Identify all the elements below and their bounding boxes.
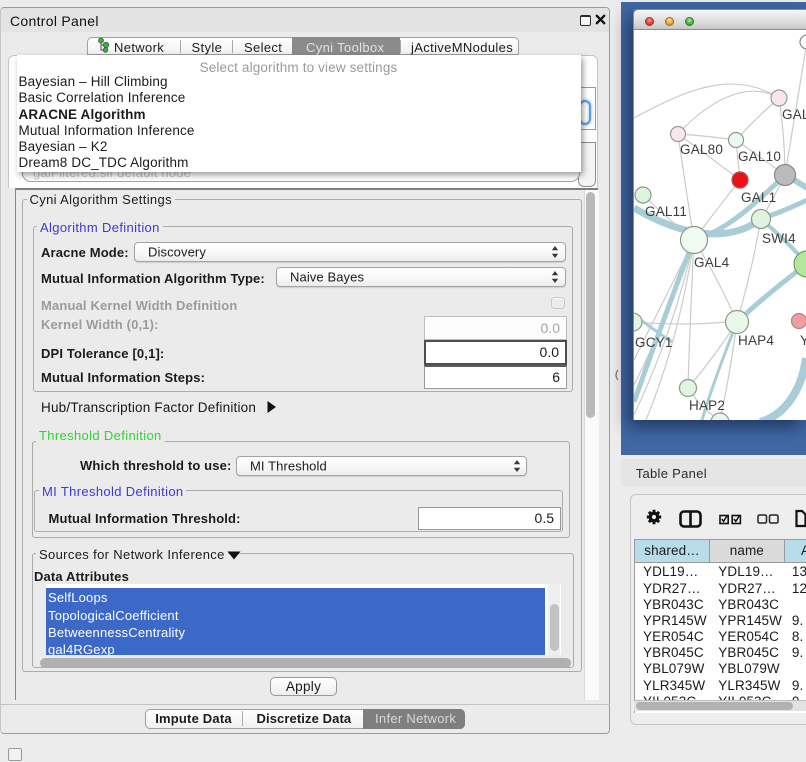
svg-text:GCY1: GCY1 xyxy=(635,335,673,350)
svg-text:HAP2: HAP2 xyxy=(689,398,725,413)
svg-text:GAL7: GAL7 xyxy=(782,107,806,122)
svg-text:GAL11: GAL11 xyxy=(645,204,687,219)
svg-text:GAL4: GAL4 xyxy=(694,255,730,270)
svg-text:GAL80: GAL80 xyxy=(680,142,723,157)
svg-text:GAL1: GAL1 xyxy=(741,190,776,205)
svg-text:GAL10: GAL10 xyxy=(738,149,781,164)
svg-text:HAP4: HAP4 xyxy=(738,333,774,348)
svg-text:Y: Y xyxy=(800,333,806,348)
svg-text:SWI4: SWI4 xyxy=(762,231,796,246)
